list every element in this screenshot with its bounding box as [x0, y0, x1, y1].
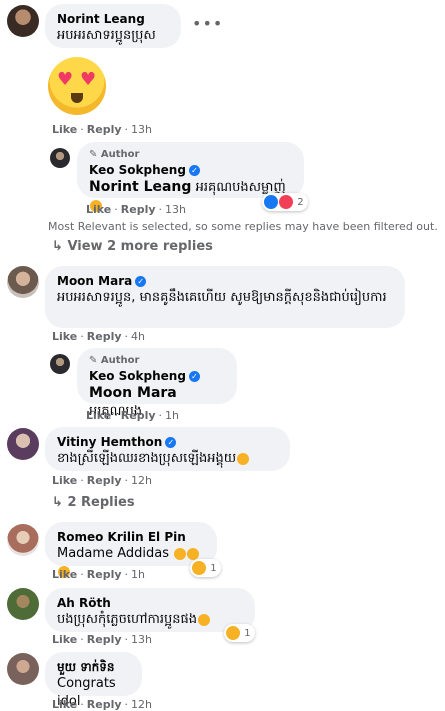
comment-bubble: មួយ ទាក់ទិន Congrats idol [45, 652, 142, 709]
verified-badge-icon: ✓ [188, 371, 200, 382]
comment-text: បងប្រុសកុំភ្លេចហៅការប្អូនផង [57, 611, 243, 629]
commenter-name[interactable]: Romeo Krilin El Pin [57, 529, 205, 545]
verified-badge-icon: ✓ [135, 276, 147, 287]
comment-bubble: Ah Röth បងប្រុសកុំភ្លេចហៅការប្អូនផង [45, 588, 255, 632]
commenter-name[interactable]: Ah Röth [57, 595, 243, 611]
like-link[interactable]: Like [52, 123, 77, 136]
timestamp[interactable]: 1h [165, 409, 179, 422]
comment-bubble: Norint Leang អបអរសាទរប្អូនប្រុស [45, 4, 181, 48]
verified-badge-icon: ✓ [165, 437, 177, 448]
reply-link[interactable]: Reply [87, 123, 122, 136]
author-badge: ✎ Author [89, 355, 140, 366]
like-reaction-icon [264, 195, 278, 209]
more-options-icon[interactable]: ••• [192, 14, 223, 33]
avatar[interactable] [7, 266, 39, 298]
reply-bubble: ✎ Author Keo Sokpheng ✓ Moon Mara អរគុណបង [77, 348, 237, 419]
like-link[interactable]: Like [52, 330, 77, 343]
comment-text: អបអរសាទរប្អូនប្រុស [57, 28, 156, 43]
reply-link[interactable]: Reply [87, 568, 122, 581]
filter-note: Most Relevant is selected, so some repli… [48, 220, 438, 233]
commenter-name[interactable]: Norint Leang [57, 11, 169, 27]
avatar[interactable] [7, 653, 39, 685]
comment-actions: Like · Reply · 4h [52, 330, 145, 343]
reply-bubble: ✎ Author Keo Sokpheng ✓ Norint Leang អរគុ… [77, 142, 304, 212]
commenter-name[interactable]: Moon Mara ✓ [57, 273, 393, 289]
heart-eyes-emoji: ♥ ♥ [48, 57, 106, 115]
laughing-emoji [198, 613, 211, 626]
haha-reaction-icon [226, 626, 240, 640]
like-link[interactable]: Like [52, 568, 77, 581]
comment-bubble: Moon Mara ✓ អបអរសាទរប្អូន, មានគូនឹងគេហើយ … [45, 266, 405, 328]
avatar[interactable] [7, 428, 39, 460]
like-link[interactable]: Like [52, 474, 77, 487]
like-link[interactable]: Like [86, 203, 111, 216]
commenter-name[interactable]: Keo Sokpheng ✓ [89, 368, 225, 384]
avatar[interactable] [50, 354, 70, 374]
author-badge: ✎ Author [89, 149, 140, 160]
comment-actions: Like · Reply · 12h [52, 474, 152, 487]
reply-link[interactable]: Reply [87, 698, 122, 711]
reply-actions: Like · Reply · 13h [86, 203, 186, 216]
reply-arrow-icon: ↳ [52, 239, 63, 254]
timestamp[interactable]: 13h [165, 203, 186, 216]
timestamp[interactable]: 12h [131, 698, 152, 711]
like-link[interactable]: Like [52, 633, 77, 646]
pencil-icon: ✎ [89, 149, 98, 160]
commenter-name[interactable]: មួយ ទាក់ទិន [57, 659, 130, 675]
reaction-summary[interactable]: 2 [262, 193, 308, 211]
heart-eyes-emoji [187, 547, 200, 560]
comment-bubble: Vitiny Hemthon ✓ ខាងស្រីឡើងឈរខាងប្រុសឡើងអ… [45, 427, 290, 471]
view-replies-link[interactable]: ↳ 2 Replies [52, 495, 135, 510]
pencil-icon: ✎ [89, 355, 98, 366]
reply-link[interactable]: Reply [87, 474, 122, 487]
comment-text: អបអរសាទរប្អូន, មានគូនឹងគេហើយ សូមឱ្យមានក្… [57, 290, 387, 305]
like-link[interactable]: Like [52, 698, 77, 711]
comment-bubble: Romeo Krilin El Pin Madame Addidas [45, 522, 217, 578]
reaction-summary[interactable]: 1 [224, 624, 255, 642]
avatar[interactable] [7, 588, 39, 620]
reply-link[interactable]: Reply [87, 330, 122, 343]
comment-actions: Like · Reply · 12h [52, 698, 152, 711]
reply-arrow-icon: ↳ [52, 495, 63, 510]
timestamp[interactable]: 12h [131, 474, 152, 487]
timestamp[interactable]: 4h [131, 330, 145, 343]
comment-actions: Like · Reply · 13h [52, 123, 152, 136]
like-link[interactable]: Like [86, 409, 111, 422]
love-reaction-icon [279, 195, 293, 209]
timestamp[interactable]: 13h [131, 633, 152, 646]
haha-reaction-icon [192, 561, 206, 575]
comment-text: ខាងស្រីឡើងឈរខាងប្រុសឡើងអង្គុយ [57, 450, 278, 468]
laughing-emoji [237, 452, 250, 465]
reaction-summary[interactable]: 1 [190, 559, 221, 577]
mention-link[interactable]: Moon Mara [89, 385, 177, 401]
reply-link[interactable]: Reply [121, 409, 156, 422]
verified-badge-icon: ✓ [188, 165, 200, 176]
avatar[interactable] [7, 5, 39, 37]
heart-eyes-emoji [174, 547, 187, 560]
comment-actions: Like · Reply · 13h [52, 633, 152, 646]
timestamp[interactable]: 13h [131, 123, 152, 136]
commenter-name[interactable]: Keo Sokpheng ✓ [89, 162, 292, 178]
reply-link[interactable]: Reply [121, 203, 156, 216]
mention-link[interactable]: Norint Leang [89, 179, 191, 195]
reply-actions: Like · Reply · 1h [86, 409, 179, 422]
avatar[interactable] [7, 524, 39, 556]
comment-actions: Like · Reply · 1h [52, 568, 145, 581]
view-more-replies[interactable]: ↳ View 2 more replies [52, 239, 213, 254]
timestamp[interactable]: 1h [131, 568, 145, 581]
reply-link[interactable]: Reply [87, 633, 122, 646]
commenter-name[interactable]: Vitiny Hemthon ✓ [57, 434, 278, 450]
avatar[interactable] [50, 148, 70, 168]
